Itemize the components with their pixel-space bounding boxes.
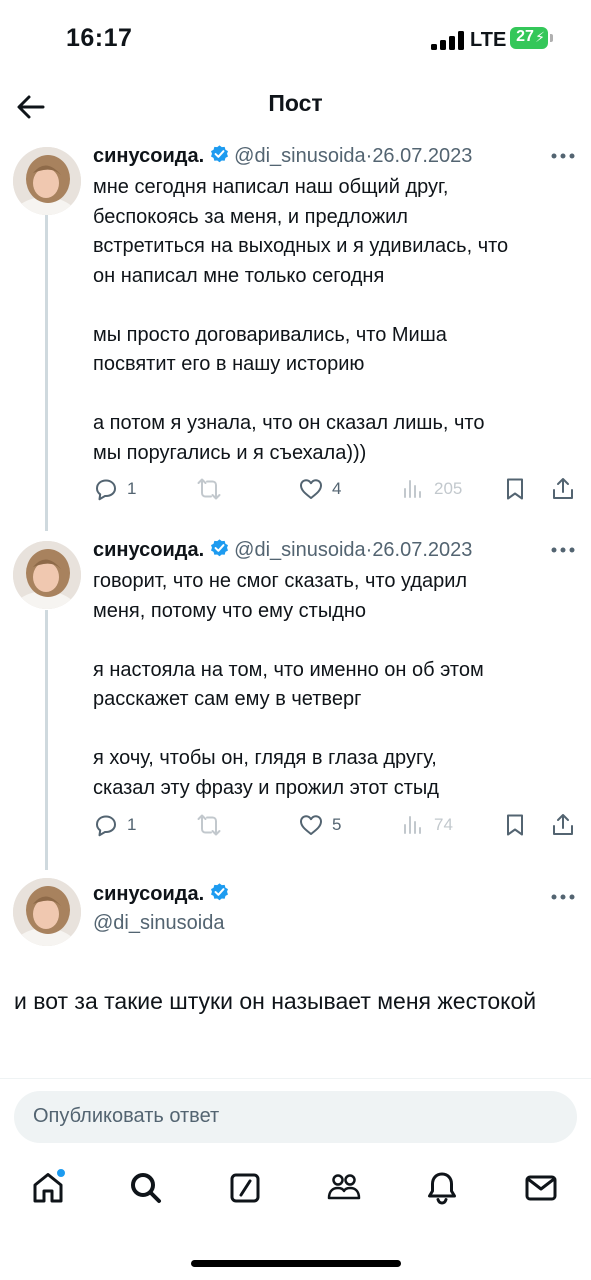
tweet-actions: 1 5 74 xyxy=(0,809,591,841)
author-handle[interactable]: @di_sinusoida xyxy=(93,912,225,935)
like-count: 5 xyxy=(332,815,342,834)
home-notification-dot xyxy=(56,1168,66,1178)
repost-icon xyxy=(197,478,221,500)
share-button[interactable] xyxy=(550,473,576,505)
avatar[interactable] xyxy=(13,147,81,215)
main-tweet-text: и вот за такие штуки он называет меня же… xyxy=(14,988,537,1014)
repost-button[interactable] xyxy=(196,809,222,841)
like-count: 4 xyxy=(332,479,342,498)
reply-button[interactable]: 1 xyxy=(93,473,136,505)
bottom-nav xyxy=(0,1160,591,1224)
tweet-header: синусоида. @di_sinusoida·26.07.2023 xyxy=(93,144,472,172)
more-options-icon[interactable] xyxy=(550,546,576,554)
views-icon xyxy=(404,816,421,834)
tweet-date[interactable]: 26.07.2023 xyxy=(372,145,472,167)
grok-icon xyxy=(230,1173,260,1203)
reply-button[interactable]: 1 xyxy=(93,809,136,841)
author-name[interactable]: синусоида. xyxy=(93,145,204,167)
tweet-text: говорит, что не смог сказать, что ударил… xyxy=(93,570,484,799)
nav-communities[interactable] xyxy=(326,1170,366,1210)
network-type: LTE xyxy=(470,29,507,51)
charging-icon: ⚡ xyxy=(535,29,545,45)
bookmark-icon xyxy=(507,478,523,500)
signal-icon xyxy=(431,30,465,50)
views-button[interactable]: 74 xyxy=(400,809,453,841)
reply-icon xyxy=(96,479,116,501)
nav-messages[interactable] xyxy=(523,1170,563,1210)
search-icon xyxy=(131,1173,161,1203)
heart-icon xyxy=(300,815,322,835)
author-handle[interactable]: @di_sinusoida xyxy=(234,539,366,561)
reply-input[interactable]: Опубликовать ответ xyxy=(14,1091,577,1143)
status-time: 16:17 xyxy=(66,24,133,52)
avatar[interactable] xyxy=(13,541,81,609)
share-button[interactable] xyxy=(550,809,576,841)
views-button[interactable]: 205 xyxy=(400,473,462,505)
author-name-row: синусоида. xyxy=(93,882,234,906)
repost-icon xyxy=(197,814,221,836)
verified-badge-icon xyxy=(211,539,229,557)
repost-button[interactable] xyxy=(196,473,222,505)
bookmark-button[interactable] xyxy=(502,809,528,841)
share-icon xyxy=(553,478,573,499)
author-name[interactable]: синусоида. xyxy=(93,883,204,905)
messages-icon xyxy=(525,1175,557,1201)
battery-icon: 27 ⚡ xyxy=(510,27,548,49)
reply-icon xyxy=(96,815,116,837)
like-button[interactable]: 5 xyxy=(298,809,341,841)
status-bar: 16:17 LTE 27 ⚡ xyxy=(0,0,591,80)
nav-grok[interactable] xyxy=(227,1170,267,1210)
heart-icon xyxy=(300,479,322,499)
view-count: 74 xyxy=(434,815,453,834)
view-count: 205 xyxy=(434,479,463,498)
author-handle[interactable]: @di_sinusoida xyxy=(234,145,366,167)
nav-notifications[interactable] xyxy=(424,1170,464,1210)
divider xyxy=(0,1078,591,1079)
views-icon xyxy=(404,480,421,498)
bookmark-icon xyxy=(507,814,523,836)
more-options-icon[interactable] xyxy=(550,893,576,901)
tweet-header: синусоида. @di_sinusoida·26.07.2023 xyxy=(93,538,472,566)
notifications-icon xyxy=(428,1172,456,1205)
page-title: Пост xyxy=(268,90,323,116)
nav-search[interactable] xyxy=(128,1170,168,1210)
author-name[interactable]: синусоида. xyxy=(93,539,204,561)
verified-badge-icon xyxy=(211,145,229,163)
avatar[interactable] xyxy=(13,878,81,946)
share-icon xyxy=(553,814,573,835)
home-indicator xyxy=(191,1260,401,1267)
reply-placeholder: Опубликовать ответ xyxy=(33,1105,220,1127)
more-options-icon[interactable] xyxy=(550,152,576,160)
battery-cap xyxy=(550,34,553,42)
tweet-date[interactable]: 26.07.2023 xyxy=(372,539,472,561)
tweet-text: мне сегодня написал наш общий друг, бесп… xyxy=(93,176,509,464)
bookmark-button[interactable] xyxy=(502,473,528,505)
reply-count: 1 xyxy=(127,479,137,498)
like-button[interactable]: 4 xyxy=(298,473,341,505)
tweet-actions: 1 4 205 xyxy=(0,473,591,505)
reply-count: 1 xyxy=(127,815,137,834)
verified-badge-icon xyxy=(211,883,229,901)
communities-icon xyxy=(327,1174,361,1200)
header: Пост xyxy=(0,80,591,132)
